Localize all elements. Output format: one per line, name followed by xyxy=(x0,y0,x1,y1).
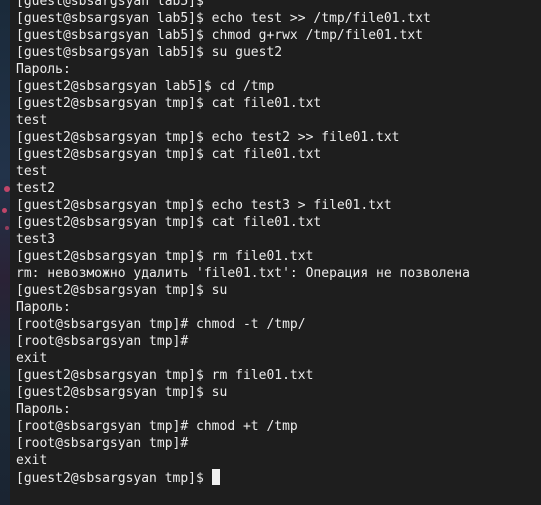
terminal-line: [root@sbsargsyan tmp]# xyxy=(16,334,189,349)
terminal-line: test xyxy=(16,164,48,179)
terminal-line: [guest@sbsargsyan lab5]$ su guest2 xyxy=(16,45,283,60)
terminal-line: [guest2@sbsargsyan tmp]$ su xyxy=(16,283,228,298)
terminal-line: [guest@sbsargsyan lab5]$ chmod g+rwx /tm… xyxy=(16,28,423,43)
terminal-window[interactable]: [guest@sbsargsyan lab5]$ [guest@sbsargsya… xyxy=(10,0,541,505)
terminal-line: [guest2@sbsargsyan tmp]$ cat file01.txt xyxy=(16,96,322,111)
terminal-line: [guest2@sbsargsyan tmp]$ rm file01.txt xyxy=(16,368,314,383)
terminal-line: [guest2@sbsargsyan lab5]$ cd /tmp xyxy=(16,79,275,94)
terminal-line: Пароль: xyxy=(16,300,71,315)
terminal-line: exit xyxy=(16,351,48,366)
terminal-line: [guest@sbsargsyan lab5]$ xyxy=(16,0,204,9)
wallpaper-dot xyxy=(5,226,9,230)
text-cursor xyxy=(211,469,220,485)
terminal-line: [guest2@sbsargsyan tmp]$ rm file01.txt xyxy=(16,249,314,264)
terminal-line: [root@sbsargsyan tmp]# xyxy=(16,436,189,451)
terminal-line: [guest2@sbsargsyan tmp]$ cat file01.txt xyxy=(16,147,322,162)
wallpaper-dot xyxy=(2,208,7,213)
terminal-line: [guest2@sbsargsyan tmp]$ echo test3 > fi… xyxy=(16,198,392,213)
terminal-line: test xyxy=(16,113,48,128)
terminal-line: test3 xyxy=(16,232,56,247)
terminal-line: rm: невозможно удалить 'file01.txt': Опе… xyxy=(16,266,470,281)
terminal-output: [guest@sbsargsyan lab5]$ [guest@sbsargsya… xyxy=(16,0,470,486)
terminal-line: [guest2@sbsargsyan tmp]$ cat file01.txt xyxy=(16,215,322,230)
terminal-line: Пароль: xyxy=(16,62,71,77)
terminal-line: [guest2@sbsargsyan tmp]$ su xyxy=(16,385,228,400)
terminal-line: [root@sbsargsyan tmp]# chmod +t /tmp xyxy=(16,419,298,434)
terminal-line: [guest@sbsargsyan lab5]$ echo test >> /t… xyxy=(16,11,431,26)
terminal-line: [guest2@sbsargsyan tmp]$ echo test2 >> f… xyxy=(16,130,400,145)
terminal-line: [root@sbsargsyan tmp]# chmod -t /tmp/ xyxy=(16,317,306,332)
terminal-line: exit xyxy=(16,453,48,468)
terminal-prompt: [guest2@sbsargsyan tmp]$ xyxy=(16,471,212,486)
desktop-background-strip xyxy=(0,0,10,505)
terminal-prompt-line[interactable]: [guest2@sbsargsyan tmp]$ xyxy=(16,469,470,486)
terminal-line: test2 xyxy=(16,181,56,196)
terminal-line: Пароль: xyxy=(16,402,71,417)
